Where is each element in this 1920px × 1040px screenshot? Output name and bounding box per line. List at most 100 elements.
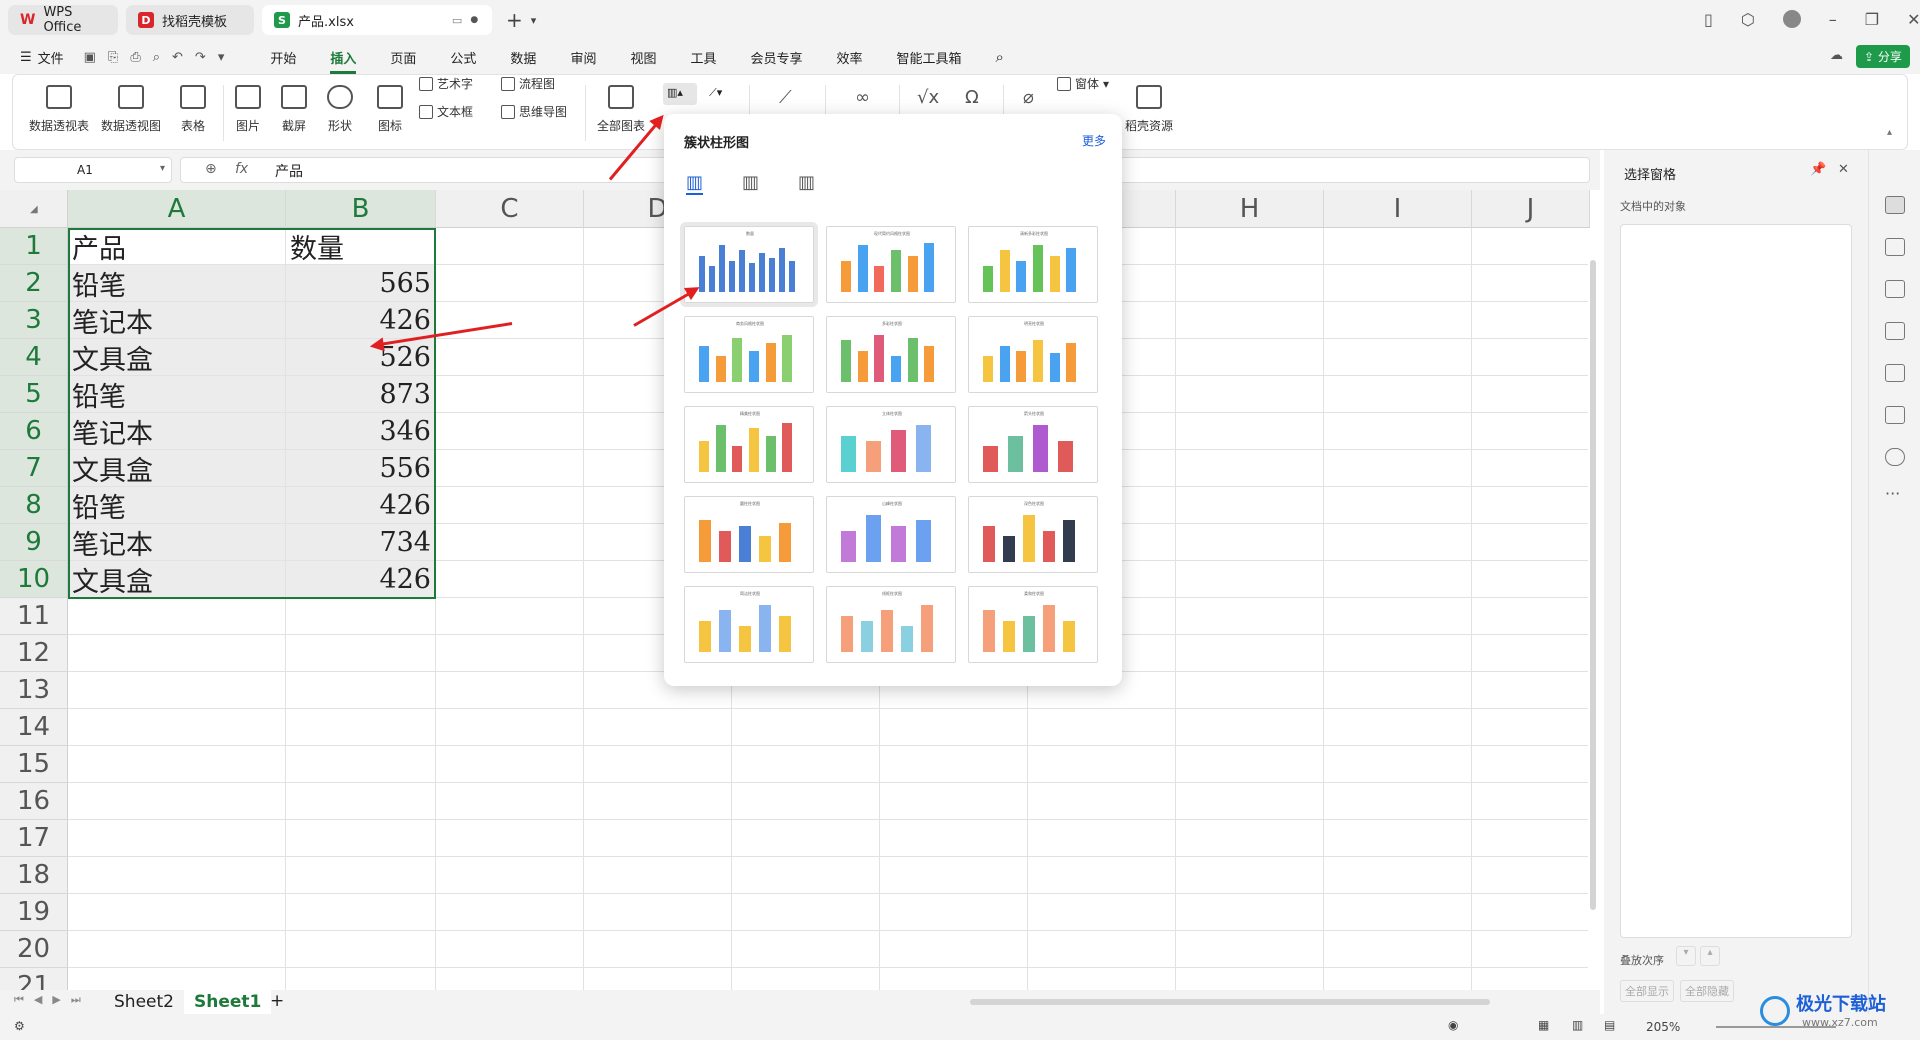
window-button[interactable]: 窗体 ▾ xyxy=(1057,75,1109,92)
chart-thumbnail[interactable]: 线框柱状图 xyxy=(826,586,956,663)
crop-icon[interactable] xyxy=(1885,280,1905,298)
menu-page[interactable]: 页面 xyxy=(390,48,416,67)
row-header[interactable]: 5 xyxy=(0,376,68,413)
picture-button[interactable]: 图片 xyxy=(235,85,261,134)
sheet-tab-sheet1[interactable]: Sheet1 xyxy=(184,990,272,1014)
chart-thumbnail[interactable]: 深色柱状图 xyxy=(968,496,1098,573)
cell-A3[interactable]: 笔记本 xyxy=(68,302,286,339)
column-header-C[interactable]: C xyxy=(436,190,584,228)
cube-icon[interactable]: ⬡ xyxy=(1741,10,1755,29)
chart-thumbnail[interactable]: 明亮柱状图 xyxy=(968,316,1098,393)
cell-B6[interactable]: 346 xyxy=(286,413,436,450)
chart-thumbnail[interactable]: 简洁柱状图 xyxy=(684,586,814,663)
icon-button[interactable]: 图标 xyxy=(377,85,403,134)
show-all-button[interactable]: 全部显示 xyxy=(1620,980,1674,1002)
row-header[interactable]: 11 xyxy=(0,598,68,635)
collapse-ribbon-icon[interactable]: ▴ xyxy=(1887,127,1892,138)
row-header[interactable]: 13 xyxy=(0,672,68,709)
scroll-thumb[interactable] xyxy=(1590,260,1596,910)
restore-icon[interactable]: ❐ xyxy=(1865,10,1879,29)
menu-formula[interactable]: 公式 xyxy=(450,48,476,67)
row-header[interactable]: 1 xyxy=(0,228,68,265)
close-tab-icon[interactable]: ● xyxy=(470,15,478,25)
cell-A1[interactable]: 产品 xyxy=(68,228,286,265)
layout-icon[interactable]: ▯ xyxy=(1704,10,1713,29)
stacked-column-icon[interactable]: ▥ xyxy=(742,172,759,193)
column-header-A[interactable]: A xyxy=(68,190,286,228)
cell-B4[interactable]: 526 xyxy=(286,339,436,376)
cell-A2[interactable]: 铅笔 xyxy=(68,265,286,302)
cell-A9[interactable]: 笔记本 xyxy=(68,524,286,561)
fx-icon[interactable]: fx xyxy=(235,161,248,177)
menu-view[interactable]: 视图 xyxy=(630,48,656,67)
cell-B3[interactable]: 426 xyxy=(286,302,436,339)
row-header[interactable]: 6 xyxy=(0,413,68,450)
shape-button[interactable]: 形状 xyxy=(327,85,353,134)
menu-member[interactable]: 会员专享 xyxy=(750,48,802,67)
tab-list-icon[interactable]: ▾ xyxy=(531,14,537,27)
eye-protection-icon[interactable]: ◉ xyxy=(1448,1018,1458,1032)
cloud-icon[interactable]: ☁ xyxy=(1830,48,1843,63)
menu-start[interactable]: 开始 xyxy=(270,48,296,67)
chart-thumbnail[interactable]: 立体柱状图 xyxy=(826,406,956,483)
column-chart-dropdown-button[interactable]: ▥▴ xyxy=(663,83,697,105)
avatar[interactable] xyxy=(1782,10,1801,28)
row-header[interactable]: 21 xyxy=(0,968,68,990)
monitor-icon[interactable]: ▭ xyxy=(452,14,462,27)
row-header[interactable]: 18 xyxy=(0,857,68,894)
cell-B8[interactable]: 426 xyxy=(286,487,436,524)
chart-thumbnail[interactable]: 商务风格柱状图 xyxy=(684,316,814,393)
row-header[interactable]: 8 xyxy=(0,487,68,524)
menu-tools[interactable]: 工具 xyxy=(690,48,716,67)
column-header-I[interactable]: I xyxy=(1324,190,1472,228)
cell-B2[interactable]: 565 xyxy=(286,265,436,302)
hide-all-button[interactable]: 全部隐藏 xyxy=(1680,980,1734,1002)
tab-daoke-template[interactable]: D 找稻壳模板 xyxy=(126,5,254,35)
add-sheet-button[interactable]: + xyxy=(270,991,284,1011)
sheet-tab-sheet2[interactable]: Sheet2 xyxy=(114,990,174,1014)
pivot-chart-button[interactable]: 数据透视图 xyxy=(101,85,161,134)
name-box[interactable]: A1 ▾ xyxy=(14,157,172,183)
object-list[interactable] xyxy=(1620,224,1852,938)
cell-A8[interactable]: 铅笔 xyxy=(68,487,286,524)
file-menu[interactable]: 文件 xyxy=(38,48,64,67)
view-break-icon[interactable]: ▤ xyxy=(1604,1018,1615,1032)
flowchart-button[interactable]: 流程图 xyxy=(501,75,555,92)
menu-efficiency[interactable]: 效率 xyxy=(837,48,863,67)
select-cursor-icon[interactable] xyxy=(1885,196,1905,214)
filter-icon[interactable] xyxy=(1885,238,1905,256)
row-header[interactable]: 17 xyxy=(0,820,68,857)
tab-wps-office[interactable]: W WPS Office xyxy=(8,5,118,35)
chart-thumbnail[interactable]: 柔和柱状图 xyxy=(968,586,1098,663)
chart-thumbnail[interactable]: 箭头柱状图 xyxy=(968,406,1098,483)
chart-thumbnail[interactable]: 圆柱柱状图 xyxy=(684,496,814,573)
menu-data[interactable]: 数据 xyxy=(510,48,536,67)
hamburger-icon[interactable]: ☰ xyxy=(20,50,32,65)
more-icon[interactable]: ··· xyxy=(1885,484,1900,503)
view-page-icon[interactable]: ▥ xyxy=(1572,1018,1583,1032)
attachment-icon[interactable]: ⌀ xyxy=(1023,87,1034,108)
row-header[interactable]: 10 xyxy=(0,561,68,598)
select-all-corner[interactable]: ◢ xyxy=(0,190,68,228)
cell-B5[interactable]: 873 xyxy=(286,376,436,413)
menu-insert[interactable]: 插入 xyxy=(330,48,357,74)
horizontal-scrollbar[interactable] xyxy=(970,999,1490,1005)
chart-thumbnail[interactable]: 现代简约风格柱状图 xyxy=(826,226,956,303)
move-up-button[interactable]: ▴ xyxy=(1700,946,1720,966)
textbox-button[interactable]: 文本框 xyxy=(419,103,473,120)
column-header-J[interactable]: J xyxy=(1472,190,1590,228)
menu-smart-toolbox[interactable]: 智能工具箱 xyxy=(897,48,962,67)
close-panel-icon[interactable]: ✕ xyxy=(1838,162,1849,177)
cell-A10[interactable]: 文具盒 xyxy=(68,561,286,598)
mindmap-button[interactable]: 思维导图 xyxy=(501,103,567,120)
book-icon[interactable] xyxy=(1885,406,1905,424)
style-icon[interactable] xyxy=(1885,322,1905,340)
more-link[interactable]: 更多 xyxy=(1082,132,1106,149)
table-button[interactable]: 表格 xyxy=(180,85,206,134)
wordart-button[interactable]: 艺术字 xyxy=(419,75,473,92)
cell-A5[interactable]: 铅笔 xyxy=(68,376,286,413)
share-button[interactable]: ⇪ 分享 xyxy=(1856,45,1910,68)
cell-B7[interactable]: 556 xyxy=(286,450,436,487)
row-header[interactable]: 9 xyxy=(0,524,68,561)
row-header[interactable]: 14 xyxy=(0,709,68,746)
